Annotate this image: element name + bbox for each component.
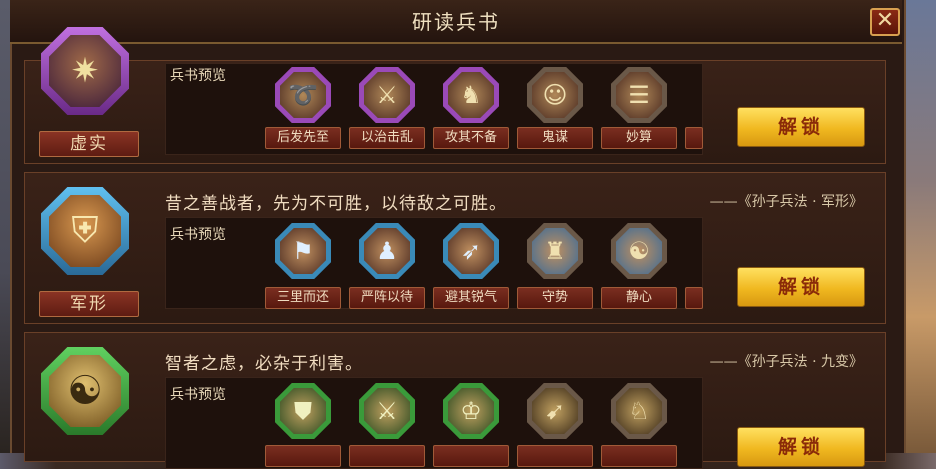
skill-name-label: 严阵以待 (349, 287, 425, 309)
skill-name-label (601, 445, 677, 467)
book-section-jiubian: ☯ 智者之虑，必杂于利害。 ——《孙子兵法 · 九变》 兵书预览 ⛊ ⚔ ♔ ➹… (24, 332, 886, 469)
skill-icon-frame[interactable]: ➹ (527, 383, 583, 439)
title-bar: 研读兵书 ✕ (10, 0, 902, 44)
skill-icon-frame[interactable]: ☰ (611, 67, 667, 123)
yin-yang-icon: ☯ (67, 368, 103, 414)
skill-name-label (433, 445, 509, 467)
preview-label: 兵书预览 (170, 227, 226, 243)
skill-name-label: 鬼谋 (517, 127, 593, 149)
preview-label: 兵书预览 (170, 68, 226, 84)
book-quote: 智者之虑，必杂于利害。 (165, 354, 363, 374)
book-quote: 昔之善战者，先为不可胜，以待敌之可胜。 (165, 194, 507, 214)
preview-label: 兵书预览 (170, 387, 226, 403)
book-icon-frame: ☯ (41, 347, 129, 435)
lightning-burst-icon: ✷ (70, 51, 100, 91)
skill-name-label: 静心 (601, 287, 677, 309)
skill-name-label: 后发先至 (265, 127, 341, 149)
sword-raise-icon: ⚔ (376, 397, 398, 425)
skill-icon-frame[interactable]: ♜ (527, 223, 583, 279)
dialog-title: 研读兵书 (412, 10, 500, 34)
unlock-button[interactable]: 解锁 (737, 267, 865, 307)
book-source: ——《孙子兵法 · 军形》 (709, 194, 863, 210)
skill-name-label (517, 445, 593, 467)
skill-name-label: 攻其不备 (433, 127, 509, 149)
strategist-icon: ☺ (542, 81, 568, 109)
arrow-swirl-icon: ➰ (288, 81, 318, 109)
unlock-button[interactable]: 解锁 (737, 427, 865, 467)
skill-name-label: 三里而还 (265, 287, 341, 309)
warrior-icon: ⚔ (376, 81, 398, 109)
unlock-button[interactable]: 解锁 (737, 107, 865, 147)
dodging-soldier-icon: ➶ (460, 237, 482, 265)
skill-icon-frame[interactable]: ♘ (611, 383, 667, 439)
formation-icon: ♟ (376, 237, 398, 265)
book-icon-frame: ⛨ (41, 187, 129, 275)
meditation-icon: ☯ (628, 237, 650, 265)
skill-name-label: 以治击乱 (349, 127, 425, 149)
book-section-junxing: ⛨ 军形 昔之善战者，先为不可胜，以待敌之可胜。 ——《孙子兵法 · 军形》 兵… (24, 172, 886, 324)
book-section-xushi: ✷ 虚实 兵书预览 ➰ ⚔ ♞ ☺ ☰ 后发先至 以治击乱 攻其不备 鬼谋 妙算… (24, 27, 886, 164)
skill-name-label-partial (685, 287, 703, 309)
scroll-icon: ☰ (628, 81, 650, 109)
cavalry-icon: ♘ (628, 397, 650, 425)
close-icon: ✕ (875, 8, 895, 33)
skill-name-label-partial (685, 127, 703, 149)
close-button[interactable]: ✕ (870, 8, 900, 36)
banner-soldier-icon: ⚑ (292, 237, 314, 265)
skill-name-label (349, 445, 425, 467)
book-name-label: 虚实 (39, 131, 139, 157)
helmet-general-icon: ♔ (460, 397, 482, 425)
shield-soldier-icon: ⛊ (294, 397, 312, 425)
archer-icon: ➹ (544, 397, 566, 425)
skill-icon-frame[interactable]: ☯ (611, 223, 667, 279)
skill-name-label (265, 445, 341, 467)
skill-icon-frame[interactable]: ☺ (527, 67, 583, 123)
fortress-icon: ♜ (544, 237, 566, 265)
book-name-label: 军形 (39, 291, 139, 317)
skill-name-label: 妙算 (601, 127, 677, 149)
skill-name-label: 守势 (517, 287, 593, 309)
charging-soldier-icon: ♞ (460, 81, 482, 109)
book-source: ——《孙子兵法 · 九变》 (709, 354, 863, 370)
shield-spears-icon: ⛨ (71, 210, 99, 251)
skill-name-label: 避其锐气 (433, 287, 509, 309)
